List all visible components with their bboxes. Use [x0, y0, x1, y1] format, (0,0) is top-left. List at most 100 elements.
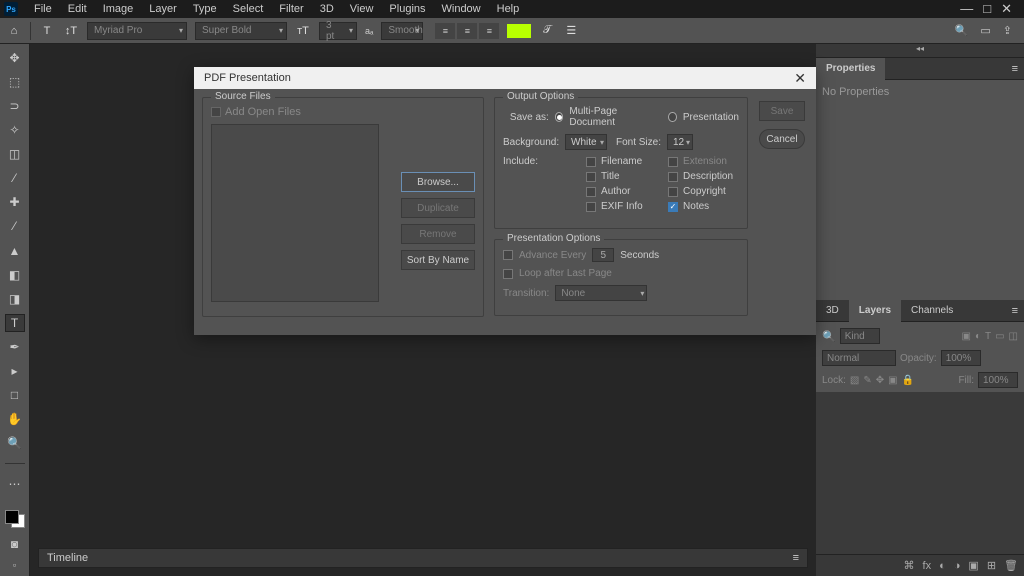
new-layer-icon[interactable]: ⊞: [987, 559, 996, 572]
eyedropper-tool-icon[interactable]: ⁄: [6, 170, 24, 186]
maximize-icon[interactable]: □: [983, 1, 991, 17]
menu-plugins[interactable]: Plugins: [381, 1, 433, 17]
author-checkbox[interactable]: [586, 187, 596, 197]
healing-tool-icon[interactable]: ✚: [6, 194, 24, 210]
copyright-checkbox[interactable]: [668, 187, 678, 197]
stamp-tool-icon[interactable]: ▲: [6, 243, 24, 259]
text-color-swatch[interactable]: [507, 24, 531, 38]
sort-button[interactable]: Sort By Name: [401, 250, 475, 270]
adjustment-layer-icon[interactable]: ◑: [954, 560, 961, 572]
menu-help[interactable]: Help: [489, 1, 528, 17]
wand-tool-icon[interactable]: ✧: [6, 122, 24, 138]
menu-3d[interactable]: 3D: [312, 1, 342, 17]
menu-type[interactable]: Type: [185, 1, 225, 17]
font-family-dropdown[interactable]: Myriad Pro: [87, 22, 187, 40]
menu-file[interactable]: File: [26, 1, 60, 17]
filename-checkbox[interactable]: [586, 157, 596, 167]
filter-type-icon[interactable]: T: [985, 331, 991, 342]
color-swatch-pair[interactable]: [5, 510, 25, 528]
3d-tab[interactable]: 3D: [816, 300, 849, 322]
panel-menu-icon[interactable]: ≡: [1006, 305, 1024, 317]
arrange-icon[interactable]: ▭: [980, 24, 990, 37]
align-center-icon[interactable]: ≡: [457, 23, 477, 39]
type-tool-icon[interactable]: T: [6, 315, 24, 331]
foreground-swatch[interactable]: [5, 510, 19, 524]
exif-checkbox[interactable]: [586, 202, 596, 212]
quickmask-icon[interactable]: ◙: [6, 536, 24, 552]
character-panel-icon[interactable]: ☰: [563, 23, 579, 39]
font-size-dropdown[interactable]: 3 pt: [319, 22, 357, 40]
search-icon[interactable]: 🔍: [955, 24, 969, 37]
close-icon[interactable]: ✕: [794, 70, 806, 87]
checkbox-icon[interactable]: [211, 107, 221, 117]
path-select-tool-icon[interactable]: ▸: [6, 363, 24, 379]
delete-layer-icon[interactable]: 🗑: [1004, 559, 1018, 572]
align-right-icon[interactable]: ≡: [479, 23, 499, 39]
antialias-dropdown[interactable]: Smooth: [381, 22, 423, 40]
brush-tool-icon[interactable]: ⁄: [6, 218, 24, 234]
presentation-radio[interactable]: [668, 112, 677, 122]
timeline-menu-icon[interactable]: ≡: [793, 552, 799, 564]
panel-menu-icon[interactable]: ≡: [1006, 63, 1024, 75]
notes-checkbox[interactable]: [668, 202, 678, 212]
properties-tab[interactable]: Properties: [816, 58, 885, 80]
layer-filter-dropdown[interactable]: Kind: [840, 328, 880, 344]
menu-layer[interactable]: Layer: [141, 1, 185, 17]
share-icon[interactable]: ⇪: [1003, 24, 1012, 37]
layer-style-icon[interactable]: fx: [923, 560, 932, 572]
blend-mode-dropdown[interactable]: Normal: [822, 350, 896, 366]
minimize-icon[interactable]: —: [960, 1, 973, 17]
timeline-panel[interactable]: Timeline ≡: [38, 548, 808, 568]
close-window-icon[interactable]: ✕: [1001, 1, 1012, 17]
link-layers-icon[interactable]: ⌘: [904, 559, 915, 572]
remove-button[interactable]: Remove: [401, 224, 475, 244]
layer-mask-icon[interactable]: ◐: [939, 560, 946, 572]
opacity-input[interactable]: 100%: [941, 350, 981, 366]
lock-artboard-icon[interactable]: ▣: [888, 375, 897, 386]
marquee-tool-icon[interactable]: ⬚: [6, 74, 24, 90]
menu-edit[interactable]: Edit: [60, 1, 95, 17]
channels-tab[interactable]: Channels: [901, 300, 963, 322]
warp-text-icon[interactable]: 𝒯: [539, 23, 555, 39]
fill-input[interactable]: 100%: [978, 372, 1018, 388]
crop-tool-icon[interactable]: ◫: [6, 146, 24, 162]
edit-toolbar-icon[interactable]: ⋯: [6, 476, 24, 492]
cancel-button[interactable]: Cancel: [759, 129, 805, 149]
lock-pixels-icon[interactable]: ✎: [863, 375, 871, 386]
background-dropdown[interactable]: White: [565, 134, 607, 150]
lasso-tool-icon[interactable]: ⊃: [6, 98, 24, 114]
menu-view[interactable]: View: [342, 1, 382, 17]
menu-window[interactable]: Window: [434, 1, 489, 17]
browse-button[interactable]: Browse...: [401, 172, 475, 192]
duplicate-button[interactable]: Duplicate: [401, 198, 475, 218]
collapse-panels-icon[interactable]: ◂◂: [816, 44, 1024, 58]
menu-image[interactable]: Image: [95, 1, 142, 17]
menu-filter[interactable]: Filter: [271, 1, 311, 17]
search-icon[interactable]: 🔍: [822, 330, 836, 343]
pen-tool-icon[interactable]: ✒: [6, 339, 24, 355]
filter-shape-icon[interactable]: ▭: [995, 331, 1004, 342]
group-icon[interactable]: ▣: [968, 559, 978, 572]
multipage-radio[interactable]: [555, 112, 564, 122]
gradient-tool-icon[interactable]: ◨: [6, 291, 24, 307]
text-orientation-icon[interactable]: ↕T: [63, 23, 79, 39]
title-checkbox[interactable]: [586, 172, 596, 182]
home-icon[interactable]: ⌂: [6, 23, 22, 39]
lock-transparency-icon[interactable]: ▧: [850, 375, 859, 386]
add-open-files-checkbox[interactable]: Add Open Files: [211, 106, 475, 118]
filter-adjust-icon[interactable]: ◐: [975, 331, 981, 342]
align-left-icon[interactable]: ≡: [435, 23, 455, 39]
layers-tab[interactable]: Layers: [849, 300, 901, 322]
filter-smart-icon[interactable]: ◫: [1009, 331, 1018, 342]
zoom-tool-icon[interactable]: 🔍: [6, 435, 24, 451]
menu-select[interactable]: Select: [225, 1, 272, 17]
file-list[interactable]: [211, 124, 379, 302]
font-weight-dropdown[interactable]: Super Bold: [195, 22, 287, 40]
description-checkbox[interactable]: [668, 172, 678, 182]
shape-tool-icon[interactable]: □: [6, 387, 24, 403]
lock-position-icon[interactable]: ✥: [876, 375, 884, 386]
hand-tool-icon[interactable]: ✋: [6, 411, 24, 427]
lock-all-icon[interactable]: 🔒: [902, 375, 914, 386]
move-tool-icon[interactable]: ✥: [6, 50, 24, 66]
screenmode-icon[interactable]: ▫: [13, 560, 16, 570]
